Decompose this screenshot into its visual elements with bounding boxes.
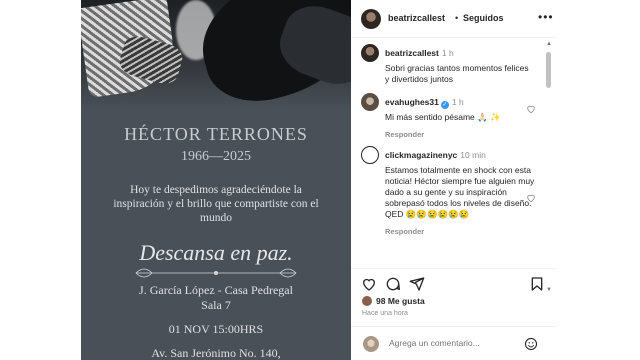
comment-time: 10 min	[460, 150, 486, 160]
comment-composer	[351, 326, 556, 360]
emoji-icon[interactable]	[524, 337, 538, 351]
memorial-photo	[81, 0, 351, 110]
likes-number: 98	[376, 296, 386, 306]
heart-icon[interactable]	[361, 276, 377, 292]
scrollbar-thumb[interactable]	[546, 52, 551, 88]
comment-time: 1 h	[441, 48, 454, 58]
avatar[interactable]	[361, 146, 379, 164]
post-timestamp: Hace una hora	[362, 310, 408, 317]
follow-status-button[interactable]: Seguidos	[463, 13, 504, 23]
comments-panel: beatrizcallest • Seguidos ••• beatrizcal…	[351, 0, 556, 360]
memorial-place: J. García López - Casa Pedregal Sala 7	[139, 283, 293, 312]
ornament-divider-icon	[135, 268, 297, 278]
comment-time: 1 h	[451, 97, 464, 107]
reply-button[interactable]: Responder	[385, 227, 535, 236]
comment-icon[interactable]	[385, 276, 401, 292]
comment-like-heart-icon[interactable]	[526, 104, 536, 114]
avatar[interactable]	[361, 93, 379, 111]
likes-count[interactable]: 98 Me gusta	[362, 296, 425, 306]
send-icon[interactable]	[409, 276, 425, 292]
author-username[interactable]: beatrizcallest	[388, 13, 445, 23]
post-header: beatrizcallest • Seguidos •••	[351, 0, 556, 38]
post-action-bar	[351, 268, 556, 298]
comment-username[interactable]: beatrizcallest	[385, 48, 439, 58]
comment-text: Sobri gracias tantos momentos felices y …	[385, 63, 529, 84]
comment-text: Mi más sentido pésame 🙏🏻 ✨	[385, 112, 501, 122]
more-horizontal-icon[interactable]: •••	[538, 10, 554, 24]
reply-button[interactable]: Responder	[385, 130, 535, 139]
comment-username[interactable]: clickmagazinenyc	[385, 150, 457, 160]
bookmark-icon[interactable]	[529, 276, 545, 292]
memorial-message: Hoy te despedimos agradeciéndote la insp…	[113, 184, 319, 224]
memorial-datetime: 01 NOV 15:00HRS	[168, 322, 264, 336]
comment-input[interactable]	[389, 338, 499, 348]
likes-label: Me gusta	[387, 296, 425, 306]
comment-like-heart-icon[interactable]	[526, 193, 536, 203]
comment-username[interactable]: evahughes31	[385, 97, 439, 107]
verified-badge-icon: ✓	[440, 101, 449, 109]
scroll-up-arrow-icon[interactable]: ▲	[546, 41, 552, 47]
comment-text: Estamos totalmente en shock con esta not…	[385, 165, 535, 219]
avatar[interactable]	[361, 44, 379, 62]
current-user-avatar	[363, 336, 379, 352]
header-separator: •	[455, 13, 459, 23]
memorial-address: Av. San Jerónimo No. 140,	[151, 346, 281, 360]
post-image[interactable]: HÉCTOR TERRONES 1966—2025 Hoy te despedi…	[81, 0, 351, 360]
memorial-name: HÉCTOR TERRONES	[124, 124, 308, 144]
memorial-years: 1966—2025	[181, 149, 251, 164]
author-avatar[interactable]	[361, 9, 381, 29]
liker-avatar	[362, 296, 372, 306]
